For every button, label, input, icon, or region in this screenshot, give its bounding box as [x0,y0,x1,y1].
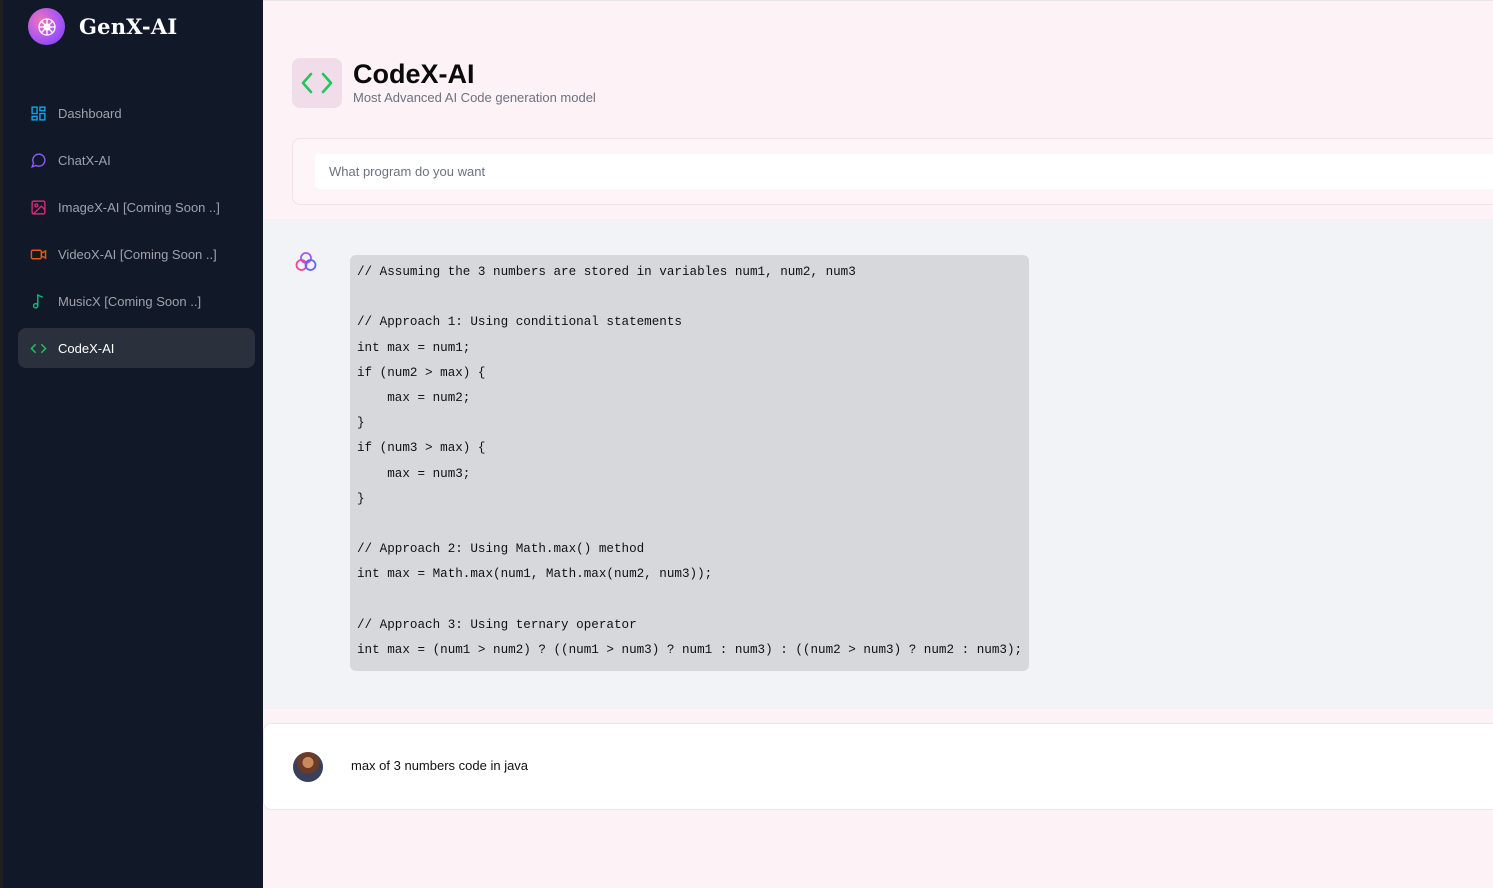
code-brackets-icon [292,58,342,108]
code-line: if (num2 > max) { [357,365,486,380]
main-content: CodeX-AI Most Advanced AI Code generatio… [263,0,1493,888]
code-block[interactable]: // Assuming the 3 numbers are stored in … [350,255,1029,671]
sidebar-item-imagex[interactable]: ImageX-AI [Coming Soon ..] [18,187,255,227]
code-line: // Approach 2: Using Math.max() method [357,542,645,557]
code-line: max = num3; [357,466,471,481]
sidebar-item-label: ImageX-AI [Coming Soon ..] [58,199,220,215]
prompt-form [292,138,1493,205]
code-brackets-icon [29,339,47,357]
image-icon [29,198,47,216]
app-title: GenX-AI [79,14,178,39]
sidebar-nav: Dashboard ChatX-AI ImageX-AI [Coming Soo… [18,93,255,375]
divider [263,0,1493,1]
code-line: int max = Math.max(num1, Math.max(num2, … [357,567,713,582]
bot-message: // Assuming the 3 numbers are stored in … [263,219,1493,709]
code-line: max = num2; [357,390,471,405]
sidebar-item-label: ChatX-AI [58,152,111,168]
brain-logo-icon [28,8,65,45]
code-line: // Approach 3: Using ternary operator [357,617,637,632]
sidebar-item-musicx[interactable]: MusicX [Coming Soon ..] [18,281,255,321]
page-title: CodeX-AI [353,59,475,89]
video-camera-icon [29,245,47,263]
sidebar-item-label: Dashboard [58,105,122,121]
user-message: max of 3 numbers code in java [263,723,1493,810]
code-line: int max = (num1 > num2) ? ((num1 > num3)… [357,642,1023,657]
sidebar-item-codex[interactable]: CodeX-AI [18,328,255,368]
sidebar-item-label: VideoX-AI [Coming Soon ..] [58,246,217,262]
page-header: CodeX-AI Most Advanced AI Code generatio… [292,58,596,108]
sidebar-item-label: MusicX [Coming Soon ..] [58,293,202,309]
sidebar-item-chatx[interactable]: ChatX-AI [18,140,255,180]
code-line: } [357,491,365,506]
sidebar-item-videox[interactable]: VideoX-AI [Coming Soon ..] [18,234,255,274]
user-avatar [293,752,323,782]
dashboard-grid-icon [29,104,47,122]
app-logo[interactable]: GenX-AI [28,8,177,45]
chat-bubble-icon [29,151,47,169]
prompt-input[interactable] [315,154,1493,189]
music-note-icon [29,292,47,310]
code-line: } [357,416,365,431]
code-line: int max = num1; [357,340,471,355]
bot-rings-icon [294,250,318,274]
user-message-text: max of 3 numbers code in java [351,758,529,773]
sidebar: GenX-AI Dashboard ChatX-AI ImageX-AI [Co… [0,0,263,888]
page-subtitle: Most Advanced AI Code generation model [353,90,596,105]
code-line: if (num3 > max) { [357,441,486,456]
sidebar-item-dashboard[interactable]: Dashboard [18,93,255,133]
code-line: // Approach 1: Using conditional stateme… [357,315,682,330]
sidebar-item-label: CodeX-AI [58,340,115,356]
code-line: // Assuming the 3 numbers are stored in … [357,265,856,279]
